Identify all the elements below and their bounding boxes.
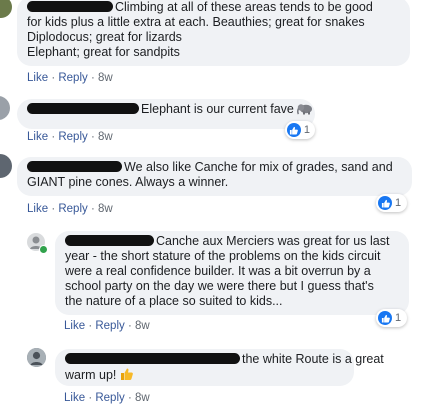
reaction-badge[interactable]: 1 — [376, 194, 407, 212]
reply-link[interactable]: Reply — [58, 131, 87, 143]
comment-text: Elephant; great for sandpits — [27, 45, 180, 59]
thumbs-up-icon — [378, 196, 392, 210]
reply-link[interactable]: Reply — [58, 203, 87, 215]
comment-text: Diplodocus; great for lizards — [27, 30, 182, 44]
timestamp[interactable]: 8w — [98, 131, 113, 143]
comment-bubble: the white Route is a great warm up! — [55, 349, 384, 386]
avatar[interactable] — [0, 154, 12, 178]
separator: · — [90, 72, 95, 84]
comment-text: year - the short stature of the problems… — [65, 249, 381, 263]
separator: · — [90, 131, 95, 143]
comment-text: the white Route is a great — [242, 352, 384, 366]
comment-text: Climbing at all of these areas tends to … — [115, 0, 373, 14]
like-link[interactable]: Like — [27, 131, 48, 143]
thumbs-up-icon — [287, 123, 301, 137]
redacted-author-name[interactable] — [27, 103, 139, 114]
reply-link[interactable]: Reply — [58, 72, 87, 84]
redacted-author-name[interactable] — [65, 235, 154, 246]
reaction-badge[interactable]: 1 — [285, 121, 315, 139]
comment-line: warm up! — [65, 367, 344, 385]
separator: · — [51, 131, 56, 143]
comment-actions: Like · Reply · 8w — [27, 72, 113, 85]
reaction-count: 1 — [395, 197, 402, 209]
comment-text: for kids plus a little extra at each. Be… — [27, 15, 365, 29]
comment-bubble: Climbing at all of these areas tends to … — [17, 0, 410, 66]
comment-bubble: Canche aux Merciers was great for us las… — [55, 231, 409, 315]
comment-line: Canche aux Merciers was great for us las… — [65, 234, 399, 249]
comment-text: Canche aux Merciers was great for us las… — [156, 234, 390, 248]
thumbs-up-icon — [378, 311, 392, 325]
comment-bubble: Elephant is our current fave — [17, 99, 315, 129]
separator: · — [51, 203, 56, 215]
comment-text: the nature of a place so suited to kids.… — [65, 294, 283, 308]
comment-line: Elephant is our current fave — [27, 102, 313, 119]
online-status-indicator — [39, 245, 48, 254]
redacted-author-name[interactable] — [27, 161, 122, 172]
avatar[interactable] — [0, 96, 10, 120]
separator: · — [127, 320, 132, 332]
comment-text: school party on the day we were there bu… — [65, 279, 374, 293]
like-link[interactable]: Like — [64, 392, 85, 404]
comment-actions: Like · Reply · 8w — [64, 392, 150, 405]
like-link[interactable]: Like — [64, 320, 85, 332]
like-link[interactable]: Like — [27, 72, 48, 84]
comment-text: were a real confidence builder. It was a… — [65, 264, 371, 278]
redacted-author-name[interactable] — [65, 353, 240, 364]
thumbs-up-emoji — [120, 367, 134, 385]
like-link[interactable]: Like — [27, 203, 48, 215]
reply-link[interactable]: Reply — [95, 320, 124, 332]
comment-actions: Like · Reply · 8w — [27, 203, 113, 216]
separator: · — [51, 72, 56, 84]
redacted-author-name[interactable] — [27, 1, 113, 12]
reply-link[interactable]: Reply — [95, 392, 124, 404]
comment-text: GIANT pine cones. Always a winner. — [27, 175, 229, 189]
comment-line: the white Route is a great — [65, 352, 384, 367]
timestamp[interactable]: 8w — [135, 392, 150, 404]
separator: · — [88, 392, 93, 404]
timestamp[interactable]: 8w — [98, 72, 113, 84]
comment-text: warm up! — [65, 368, 117, 382]
comment-bubble: We also like Canche for mix of grades, s… — [17, 157, 412, 196]
avatar[interactable] — [27, 348, 46, 367]
comment-actions: Like · Reply · 8w — [27, 131, 113, 144]
reaction-badge[interactable]: 1 — [376, 309, 407, 327]
elephant-emoji — [297, 103, 314, 119]
separator: · — [90, 203, 95, 215]
timestamp[interactable]: 8w — [98, 203, 113, 215]
separator: · — [88, 320, 93, 332]
reaction-count: 1 — [303, 124, 310, 136]
comment-text: We also like Canche for mix of grades, s… — [124, 160, 393, 174]
reaction-count: 1 — [395, 312, 402, 324]
comment-line: We also like Canche for mix of grades, s… — [27, 160, 402, 175]
avatar[interactable] — [0, 0, 12, 18]
timestamp[interactable]: 8w — [135, 320, 150, 332]
comment-text: Elephant is our current fave — [141, 102, 294, 116]
comment-line: Climbing at all of these areas tends to … — [27, 0, 400, 15]
comment-actions: Like · Reply · 8w — [64, 320, 150, 333]
separator: · — [127, 392, 132, 404]
